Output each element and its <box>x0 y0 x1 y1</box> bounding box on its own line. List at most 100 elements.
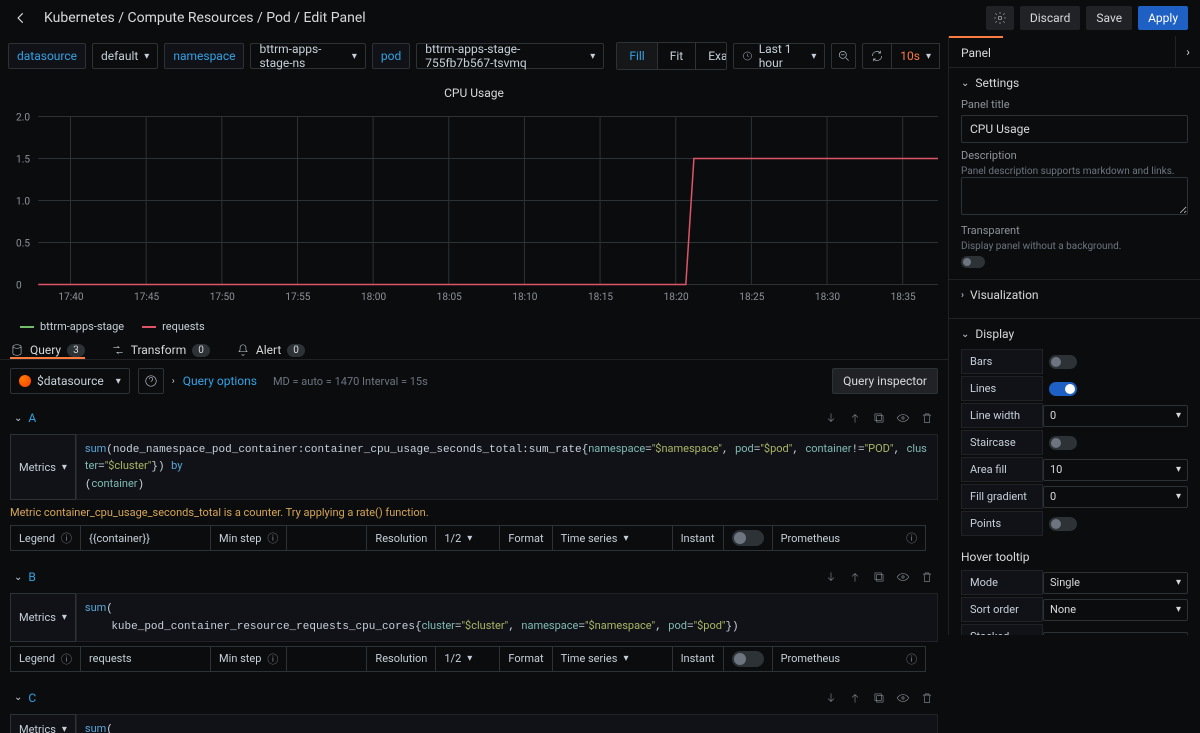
tab-transform-label: Transform <box>131 343 187 357</box>
tab-query[interactable]: Query 3 <box>10 343 85 359</box>
lines-toggle[interactable] <box>1049 382 1077 396</box>
points-label: Points <box>961 511 1043 536</box>
areafill-select[interactable]: 10 <box>1043 459 1188 481</box>
query-options-link[interactable]: Query options <box>183 374 257 388</box>
namespace-select[interactable]: bttrm-apps-stage-ns <box>250 43 365 69</box>
tab-query-label: Query <box>30 343 61 357</box>
minstep-label: Min step <box>219 532 261 545</box>
move-up-icon[interactable] <box>848 691 862 705</box>
zoom-out-button[interactable] <box>831 43 856 69</box>
query-options-meta: MD = auto = 1470 Interval = 15s <box>273 375 428 388</box>
query-a-collapse[interactable]: ⌄ <box>14 413 22 424</box>
info-icon: ⓘ <box>267 651 278 667</box>
settings-section-header[interactable]: ⌄Settings <box>961 76 1188 90</box>
metrics-button-c[interactable]: Metrics <box>10 714 76 733</box>
query-inspector-button[interactable]: Query inspector <box>832 368 938 394</box>
gear-icon <box>993 11 1007 25</box>
legend-input-b[interactable] <box>80 646 210 672</box>
tab-alert[interactable]: Alert 0 <box>236 343 305 359</box>
tab-query-count: 3 <box>67 344 85 357</box>
eye-icon[interactable] <box>896 570 910 584</box>
query-c-code[interactable]: sum( <box>76 714 938 733</box>
resolution-select-b[interactable]: 1/2 <box>435 646 499 672</box>
svg-text:0: 0 <box>16 279 22 292</box>
info-icon: ⓘ <box>906 651 917 667</box>
view-mode-segmented: Fill Fit Exact <box>616 42 726 70</box>
timerange-picker[interactable]: Last 1 hour <box>733 43 826 69</box>
instant-toggle-a[interactable] <box>732 530 764 546</box>
bars-toggle[interactable] <box>1049 355 1077 369</box>
svg-text:18:10: 18:10 <box>512 290 537 303</box>
sort-label: Sort order <box>961 597 1043 622</box>
resolution-select-a[interactable]: 1/2 <box>435 525 499 551</box>
pod-select[interactable]: bttrm-apps-stage-755fb7b567-tsvmq <box>416 43 604 69</box>
trash-icon[interactable] <box>920 691 934 705</box>
refresh-button[interactable] <box>862 43 892 69</box>
save-button[interactable]: Save <box>1086 6 1132 30</box>
minstep-input-a[interactable] <box>286 525 366 551</box>
points-toggle[interactable] <box>1049 517 1077 531</box>
query-datasource-value: $datasource <box>37 374 104 388</box>
visualization-section-header[interactable]: ›Visualization <box>961 288 1188 302</box>
minstep-input-b[interactable] <box>286 646 366 672</box>
datasource-help-button[interactable] <box>138 368 164 394</box>
side-tab-next[interactable]: › <box>1175 36 1200 67</box>
trash-icon[interactable] <box>920 570 934 584</box>
move-up-icon[interactable] <box>848 570 862 584</box>
query-b-collapse[interactable]: ⌄ <box>14 572 22 583</box>
linewidth-select[interactable]: 0 <box>1043 405 1188 427</box>
format-select-a[interactable]: Time series <box>552 525 672 551</box>
timerange-label: Last 1 hour <box>759 42 806 70</box>
legend-input-a[interactable] <box>80 525 210 551</box>
side-tab-panel[interactable]: Panel <box>949 36 1003 67</box>
format-label: Format <box>499 525 551 551</box>
query-b-letter: B <box>28 570 35 584</box>
datasource-label: datasource <box>8 43 86 69</box>
mode-select[interactable]: Single <box>1043 572 1188 594</box>
transparent-label: Transparent <box>961 224 1188 237</box>
arrow-left-icon <box>14 11 28 25</box>
query-c-collapse[interactable]: ⌄ <box>14 692 22 703</box>
eye-icon[interactable] <box>896 691 910 705</box>
query-a-code[interactable]: sum(node_namespace_pod_container:contain… <box>76 434 938 500</box>
eye-icon[interactable] <box>896 411 910 425</box>
fillgrad-select[interactable]: 0 <box>1043 486 1188 508</box>
refresh-icon <box>870 49 884 63</box>
duplicate-icon[interactable] <box>872 570 886 584</box>
apply-button[interactable]: Apply <box>1138 6 1188 30</box>
tab-transform-count: 0 <box>192 344 210 357</box>
svg-text:18:25: 18:25 <box>739 290 764 303</box>
duplicate-icon[interactable] <box>872 691 886 705</box>
panel-settings-button[interactable] <box>986 6 1014 30</box>
trash-icon[interactable] <box>920 411 934 425</box>
datasource-select[interactable]: default <box>92 43 158 69</box>
resolution-label: Resolution <box>366 646 435 672</box>
view-fit[interactable]: Fit <box>657 43 695 69</box>
tab-transform[interactable]: Transform 0 <box>111 343 210 359</box>
sort-select[interactable]: None <box>1043 599 1188 621</box>
display-section-header[interactable]: ⌄Display <box>961 327 1188 341</box>
description-textarea[interactable] <box>961 177 1188 215</box>
move-down-icon[interactable] <box>824 411 838 425</box>
move-down-icon[interactable] <box>824 570 838 584</box>
source-label: Prometheus <box>781 532 841 545</box>
panel-title-input[interactable] <box>961 115 1188 143</box>
staircase-toggle[interactable] <box>1049 436 1077 450</box>
back-button[interactable] <box>12 9 30 27</box>
metrics-button-a[interactable]: Metrics <box>10 434 76 500</box>
move-up-icon[interactable] <box>848 411 862 425</box>
view-exact[interactable]: Exact <box>695 43 727 69</box>
svg-text:18:00: 18:00 <box>361 290 386 303</box>
instant-toggle-b[interactable] <box>732 651 764 667</box>
discard-button[interactable]: Discard <box>1020 6 1081 30</box>
refresh-interval-select[interactable]: 10s <box>892 43 940 69</box>
hover-header: Hover tooltip <box>961 550 1188 564</box>
view-fill[interactable]: Fill <box>617 43 656 69</box>
query-options-chevron[interactable]: › <box>172 376 175 387</box>
format-select-b[interactable]: Time series <box>552 646 672 672</box>
duplicate-icon[interactable] <box>872 411 886 425</box>
fillgrad-label: Fill gradient <box>961 484 1043 509</box>
query-datasource-select[interactable]: $datasource <box>10 368 130 394</box>
move-down-icon[interactable] <box>824 691 838 705</box>
transparent-toggle[interactable] <box>961 256 985 268</box>
